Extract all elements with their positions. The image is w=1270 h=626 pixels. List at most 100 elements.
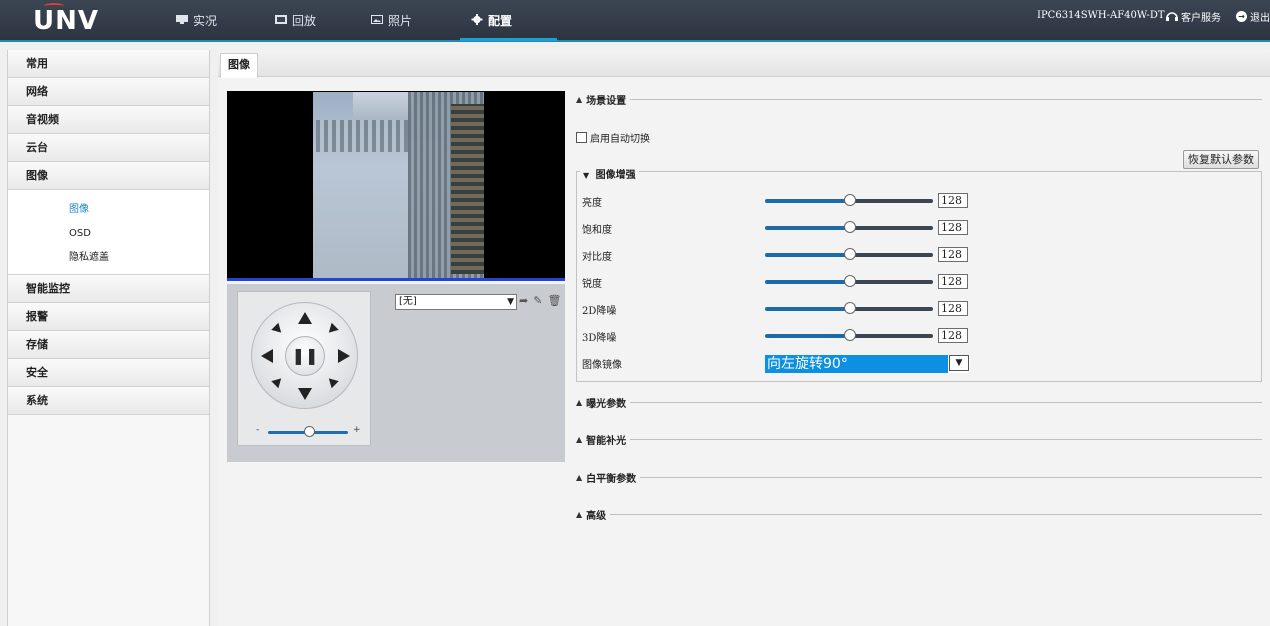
zoom-slider[interactable]: - + (256, 425, 361, 438)
sidebar-submenu-image: 图像 OSD 隐私遮盖 (8, 190, 209, 275)
tab-bar: 图像 (218, 50, 1270, 78)
smart-light-header[interactable]: ▲ 智能补光 (576, 432, 1262, 447)
sky-region (353, 92, 413, 122)
exposure-title: 曝光参数 (586, 398, 627, 410)
brightness-label: 亮度 (582, 198, 602, 209)
sharpness-slider-thumb[interactable] (844, 275, 856, 287)
ptz-left-arrow-icon[interactable] (261, 349, 273, 363)
brightness-slider-thumb[interactable] (844, 194, 856, 206)
saturation-slider-thumb[interactable] (844, 221, 856, 233)
sidebar-item-ptz[interactable]: 云台 (8, 134, 209, 162)
divider (630, 98, 1262, 100)
video-preview[interactable] (227, 91, 565, 281)
sidebar-item-system[interactable]: 系统 (8, 387, 209, 415)
2d-noise-reduction-label: 2D降噪 (582, 306, 617, 317)
collapse-caret-icon: ▲ (576, 94, 583, 104)
nav-live-label: 实况 (193, 14, 218, 28)
ptz-right-arrow-icon[interactable] (338, 349, 350, 363)
contrast-row: 对比度 128 (582, 247, 1262, 263)
restore-defaults-button[interactable]: 恢复默认参数 (1183, 150, 1259, 169)
3d-noise-reduction-input[interactable]: 128 (938, 328, 968, 343)
zoom-thumb[interactable] (304, 426, 315, 437)
collapse-caret-icon: ▲ (576, 434, 583, 444)
sidebar-item-alarm[interactable]: 报警 (8, 303, 209, 331)
3d-noise-reduction-slider-thumb[interactable] (844, 329, 856, 341)
sidebar-item-audio-video[interactable]: 音视频 (8, 106, 209, 134)
ptz-control-card: ❚❚ - + (237, 291, 371, 446)
zoom-plus-label: + (353, 425, 361, 435)
sidebar-item-security[interactable]: 安全 (8, 359, 209, 387)
image-enhancement-header[interactable]: ▼ 图像增强 (580, 166, 639, 181)
sidebar-item-image[interactable]: 图像 (8, 162, 209, 190)
contrast-input[interactable]: 128 (938, 247, 968, 262)
ptz-down-left-arrow-icon[interactable] (271, 374, 285, 389)
ptz-down-arrow-icon[interactable] (298, 388, 312, 400)
sharpness-input[interactable]: 128 (938, 274, 968, 289)
saturation-label: 饱和度 (582, 225, 612, 236)
chevron-down-icon: ▼ (507, 297, 514, 307)
collapse-caret-icon: ▲ (576, 509, 583, 519)
nav-live[interactable]: 实况 (176, 12, 217, 40)
ptz-up-arrow-icon[interactable] (298, 312, 312, 324)
ptz-down-right-arrow-icon[interactable] (325, 374, 339, 389)
advanced-header[interactable]: ▲ 高级 (576, 507, 1262, 522)
sharpness-row: 锐度 128 (582, 274, 1262, 290)
image-enhancement-group: ▼ 图像增强 亮度 128 饱和度 128 对比度 128 锐度 128 2D降… (576, 166, 1262, 382)
photo-icon (371, 15, 383, 24)
scene-settings-header[interactable]: ▲ 场景设置 (576, 92, 1262, 107)
tree-row (451, 104, 484, 274)
2d-noise-reduction-slider-thumb[interactable] (844, 302, 856, 314)
sidebar-item-smart-monitor[interactable]: 智能监控 (8, 275, 209, 303)
ptz-direction-pad: ❚❚ (251, 302, 358, 409)
image-enhancement-title: 图像增强 (595, 170, 636, 181)
2d-noise-reduction-row: 2D降噪 128 (582, 301, 1262, 317)
auto-switch-row: 启用自动切换 (576, 130, 650, 145)
pause-icon: ❚❚ (291, 346, 319, 365)
auto-switch-label: 启用自动切换 (590, 134, 650, 145)
nav-active-indicator (460, 38, 557, 41)
divider (630, 438, 1262, 440)
logout-label: 退出 (1250, 13, 1270, 24)
edit-preset-icon[interactable]: ✎ (533, 294, 542, 307)
preset-select[interactable]: [无] ▼ (395, 294, 517, 310)
ptz-up-right-arrow-icon[interactable] (325, 322, 339, 337)
nav-config[interactable]: 配置 (471, 12, 512, 40)
auto-switch-checkbox[interactable] (576, 132, 587, 143)
sharpness-label: 锐度 (582, 279, 602, 290)
film-icon (275, 15, 287, 24)
chevron-down-icon: ▼ (949, 355, 969, 371)
image-mirror-row: 图像镜像 向左旋转90° ▼ (582, 355, 1262, 373)
sidebar-sub-privacy-mask[interactable]: 隐私遮盖 (8, 246, 209, 270)
2d-noise-reduction-input[interactable]: 128 (938, 301, 968, 316)
divider (610, 513, 1262, 515)
exposure-header[interactable]: ▲ 曝光参数 (576, 395, 1262, 410)
sidebar-item-storage[interactable]: 存储 (8, 331, 209, 359)
sidebar-item-network[interactable]: 网络 (8, 78, 209, 106)
saturation-input[interactable]: 128 (938, 220, 968, 235)
tab-image[interactable]: 图像 (220, 53, 258, 78)
delete-preset-icon[interactable]: 🗑 (547, 294, 561, 307)
sidebar-item-common[interactable]: 常用 (8, 50, 209, 78)
preset-select-value: [无] (399, 296, 417, 307)
sidebar: 常用 网络 音视频 云台 图像 图像 OSD 隐私遮盖 智能监控 报警 存储 安… (7, 50, 210, 626)
sidebar-sub-image[interactable]: 图像 (8, 198, 209, 222)
ptz-pause-button[interactable]: ❚❚ (285, 336, 325, 376)
white-balance-header[interactable]: ▲ 白平衡参数 (576, 470, 1262, 485)
logout-icon: → (1236, 11, 1247, 22)
gear-icon (471, 14, 483, 25)
image-mirror-select[interactable]: 向左旋转90° ▼ (765, 355, 970, 373)
nav-photo[interactable]: 照片 (371, 12, 412, 40)
contrast-slider-thumb[interactable] (844, 248, 856, 260)
ptz-up-left-arrow-icon[interactable] (271, 322, 285, 337)
top-navigation-bar: UNV 实况 回放 照片 配置 IPC6314SWH-AF40W-DT 客户服务… (0, 0, 1270, 42)
divider (640, 476, 1262, 478)
go-to-preset-icon[interactable]: ➦ (519, 294, 528, 307)
video-frame (313, 92, 484, 278)
nav-playback[interactable]: 回放 (275, 12, 316, 40)
brightness-input[interactable]: 128 (938, 193, 968, 208)
logout-link[interactable]: → 退出 (1236, 9, 1270, 24)
customer-service-link[interactable]: 客户服务 (1166, 9, 1221, 24)
smart-light-title: 智能补光 (586, 435, 627, 447)
monitor-icon (176, 15, 188, 24)
sidebar-sub-osd[interactable]: OSD (8, 222, 209, 246)
